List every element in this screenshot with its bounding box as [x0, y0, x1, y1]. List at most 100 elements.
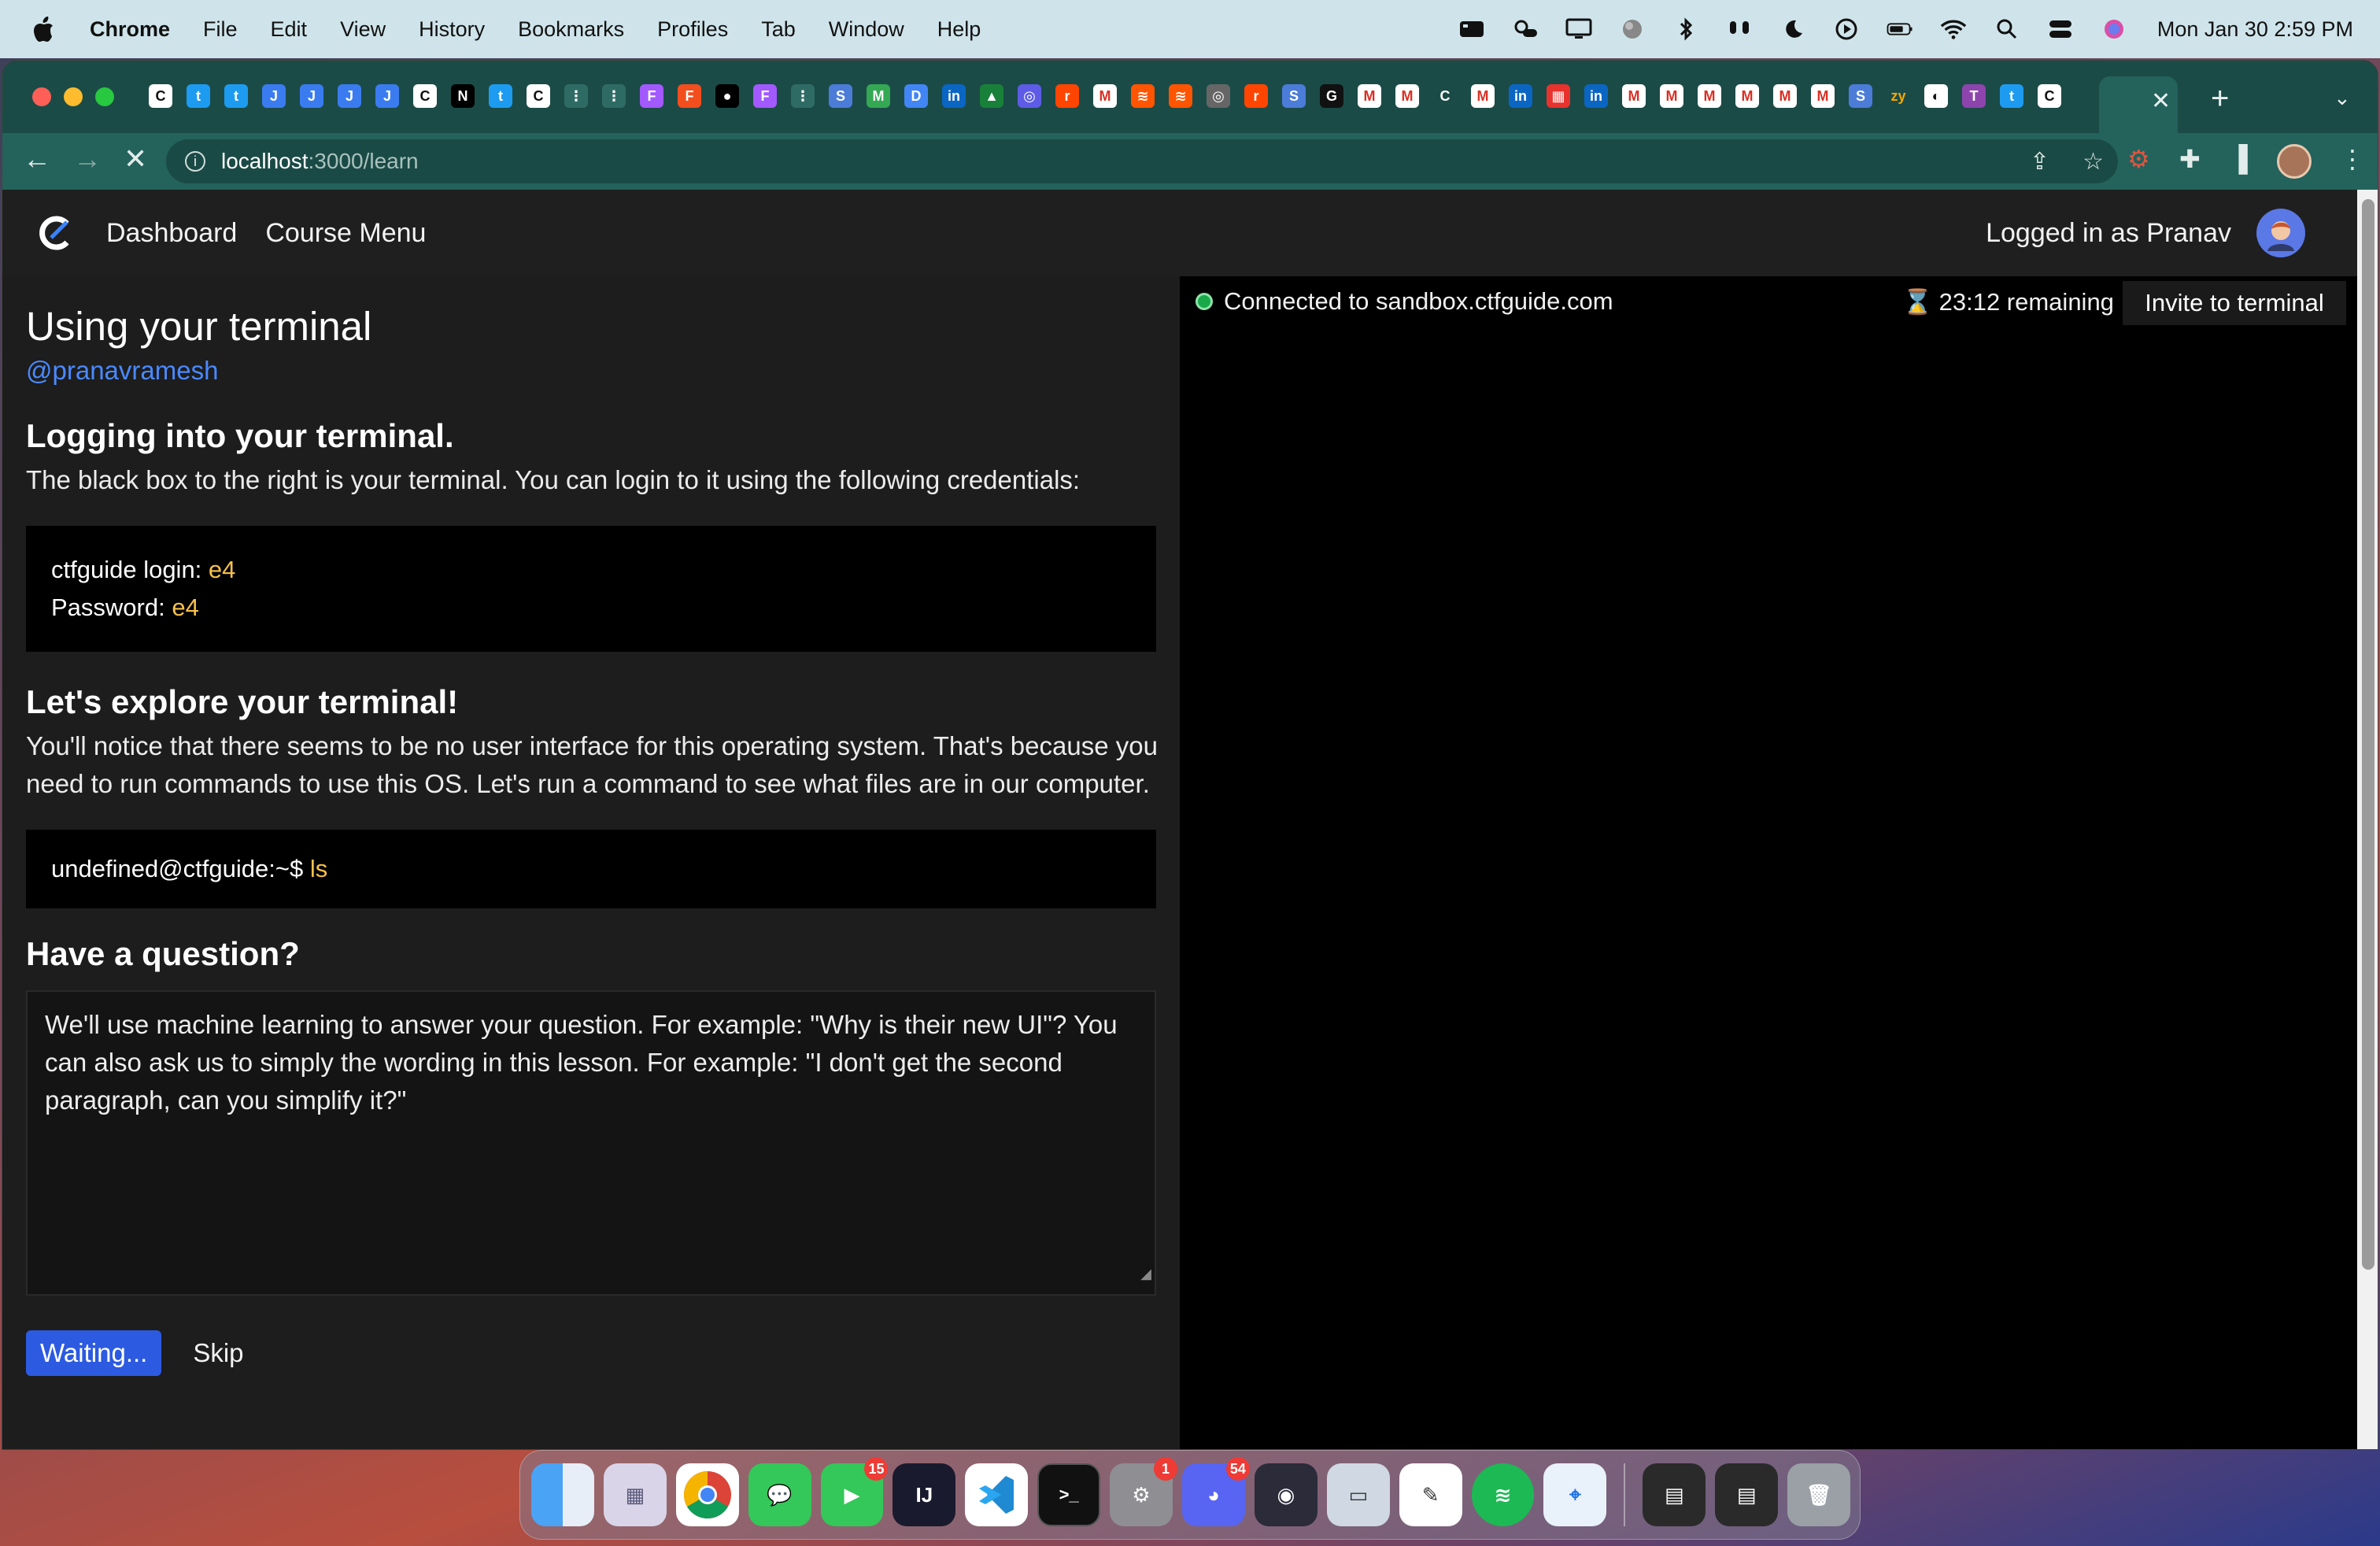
ctfguide-tab-icon[interactable]: C	[413, 84, 437, 108]
facetime-icon[interactable]: ▶ 15	[820, 1457, 889, 1526]
github-tab-icon[interactable]: G	[1320, 84, 1343, 108]
ctfguide-logo-icon[interactable]	[37, 214, 75, 252]
discord-icon[interactable]: ◕ 54	[1182, 1457, 1250, 1526]
app-tab-icon[interactable]: ◎	[1207, 84, 1230, 108]
menu-file[interactable]: File	[203, 17, 238, 42]
figma-tab-icon[interactable]: F	[678, 84, 701, 108]
stop-loading-icon[interactable]: ✕	[124, 142, 147, 176]
airpods-icon[interactable]	[1726, 17, 1753, 41]
spotify-icon[interactable]: ≋	[1471, 1463, 1535, 1526]
resize-grip-icon[interactable]: ◢	[1140, 1255, 1151, 1293]
linkedin-tab-icon[interactable]: in	[1584, 84, 1608, 108]
menu-edit[interactable]: Edit	[271, 17, 308, 42]
soundcloud-tab-icon[interactable]: ≋	[1131, 84, 1155, 108]
docs-tab-icon[interactable]: D	[904, 84, 928, 108]
author-link[interactable]: @pranavramesh	[26, 356, 1155, 386]
textedit-icon[interactable]: ✎	[1399, 1463, 1462, 1526]
skip-button[interactable]: Skip	[193, 1338, 243, 1368]
minimized-window-icon[interactable]: ▤	[1715, 1463, 1779, 1526]
profile-avatar[interactable]	[2277, 144, 2312, 179]
medium-tab-icon[interactable]: ●	[715, 84, 739, 108]
bookmark-star-icon[interactable]: ☆	[2082, 148, 2104, 176]
menu-tab[interactable]: Tab	[761, 17, 796, 42]
ctfguide-tab-icon[interactable]: C	[149, 84, 172, 108]
menu-bookmarks[interactable]: Bookmarks	[518, 17, 624, 42]
hook-tab-icon[interactable]: J	[338, 84, 361, 108]
waiting-button[interactable]: Waiting...	[26, 1330, 162, 1376]
zybooks-tab-icon[interactable]: zy	[1887, 84, 1910, 108]
dots-tab-icon[interactable]: ⋮	[602, 84, 626, 108]
app-tab-icon[interactable]: ▦	[1547, 84, 1570, 108]
preview-icon[interactable]: ▭	[1326, 1463, 1390, 1526]
close-tab-icon[interactable]: ✕	[2151, 87, 2171, 115]
now-playing-icon[interactable]	[1833, 17, 1860, 41]
safari-tab-icon[interactable]: S	[829, 84, 852, 108]
page-scrollbar[interactable]	[2357, 190, 2378, 1449]
close-window-button[interactable]	[32, 87, 51, 106]
weather-icon[interactable]	[1512, 17, 1539, 41]
focus-moon-icon[interactable]	[1779, 17, 1806, 41]
tab-search-chevron-icon[interactable]: ⌄	[2334, 86, 2351, 110]
gmail-tab-icon[interactable]: M	[1471, 84, 1495, 108]
messages-icon[interactable]: 💬	[748, 1463, 811, 1526]
gmail-tab-icon[interactable]: M	[1660, 84, 1683, 108]
spotlight-search-icon[interactable]	[1994, 17, 2020, 41]
share-icon[interactable]: ⇪	[2030, 148, 2049, 176]
gmail-tab-icon[interactable]: M	[1773, 84, 1797, 108]
notion-tab-icon[interactable]: N	[451, 84, 475, 108]
ctfguide-tab-icon[interactable]: C	[2038, 84, 2061, 108]
menu-window[interactable]: Window	[829, 17, 904, 42]
twitter-tab-icon[interactable]: t	[489, 84, 512, 108]
screen-capture-icon[interactable]	[1458, 17, 1485, 41]
meet-tab-icon[interactable]: M	[867, 84, 890, 108]
intellij-icon[interactable]: IJ	[893, 1463, 956, 1526]
system-settings-icon[interactable]: ⚙ 1	[1110, 1457, 1178, 1526]
control-center-icon[interactable]	[2047, 17, 2074, 41]
question-textarea[interactable]: We'll use machine learning to answer you…	[26, 990, 1156, 1296]
display-icon[interactable]	[1565, 17, 1592, 41]
terminal-panel[interactable]: Connected to sandbox.ctfguide.com ⌛ 23:1…	[1180, 276, 2357, 1449]
battery-icon[interactable]	[1887, 17, 1913, 41]
gmail-tab-icon[interactable]: M	[1735, 84, 1759, 108]
nav-course-menu-link[interactable]: Course Menu	[265, 218, 426, 249]
gmail-tab-icon[interactable]: M	[1358, 84, 1381, 108]
menu-profiles[interactable]: Profiles	[657, 17, 728, 42]
apple-icon[interactable]	[31, 16, 55, 43]
soundcloud-tab-icon[interactable]: ≋	[1169, 84, 1192, 108]
hook-tab-icon[interactable]: J	[375, 84, 399, 108]
scrollbar-thumb[interactable]	[2362, 199, 2374, 1270]
app-tab-icon[interactable]: ◎	[1018, 84, 1041, 108]
wifi-icon[interactable]	[1940, 17, 1967, 41]
gmail-tab-icon[interactable]: M	[1395, 84, 1419, 108]
extension-icon[interactable]: ⚙	[2127, 144, 2150, 174]
twitter-tab-icon[interactable]: t	[187, 84, 210, 108]
new-tab-button[interactable]: +	[2211, 81, 2229, 117]
invite-to-terminal-button[interactable]: Invite to terminal	[2123, 281, 2346, 325]
forward-arrow-icon[interactable]: →	[73, 142, 102, 176]
menubar-clock[interactable]: Mon Jan 30 2:59 PM	[2157, 17, 2353, 42]
linkedin-tab-icon[interactable]: in	[1509, 84, 1532, 108]
extensions-puzzle-icon[interactable]: ✚	[2179, 144, 2201, 174]
linkedin-tab-icon[interactable]: in	[942, 84, 966, 108]
minimize-window-button[interactable]	[64, 87, 83, 106]
gmail-tab-icon[interactable]: M	[1093, 84, 1117, 108]
site-info-icon[interactable]: i	[185, 151, 205, 172]
twitter-tab-icon[interactable]: t	[224, 84, 248, 108]
reddit-tab-icon[interactable]: r	[1244, 84, 1268, 108]
globe-tab-icon[interactable]: ◐	[1924, 84, 1948, 108]
siri-icon[interactable]	[2101, 17, 2127, 41]
globe-icon[interactable]	[1619, 17, 1646, 41]
dots-tab-icon[interactable]: ⋮	[564, 84, 588, 108]
app-tab-icon[interactable]: T	[1962, 84, 1986, 108]
ctfguide-tab-icon[interactable]: C	[1433, 84, 1457, 108]
menu-help[interactable]: Help	[937, 17, 981, 42]
reddit-tab-icon[interactable]: r	[1055, 84, 1079, 108]
terminal-app-icon[interactable]: >_	[1037, 1463, 1101, 1526]
safari-tab-icon[interactable]: S	[1849, 84, 1872, 108]
finder-icon[interactable]	[531, 1463, 594, 1526]
user-avatar[interactable]	[2256, 209, 2305, 257]
address-bar[interactable]: i localhost :3000/learn ⇪ ☆	[166, 139, 2118, 183]
trash-icon[interactable]: 🗑	[1787, 1463, 1851, 1526]
safari-icon[interactable]: ⌖	[1543, 1463, 1607, 1526]
zoom-window-button[interactable]	[95, 87, 114, 106]
